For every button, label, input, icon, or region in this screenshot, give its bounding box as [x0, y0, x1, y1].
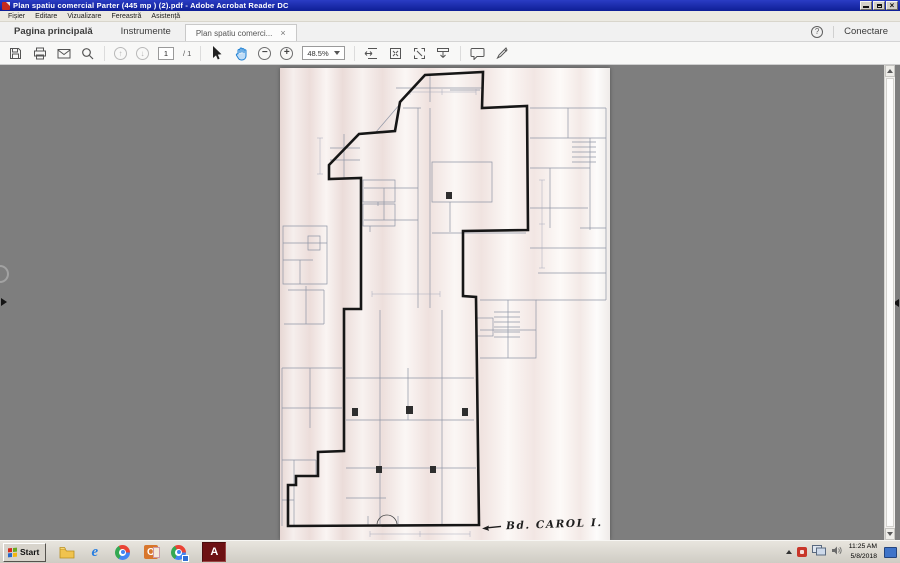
toolbar: ↑ ↓ / 1 − + 48.5%: [0, 42, 900, 65]
tab-home[interactable]: Pagina principală: [0, 22, 107, 41]
tab-document-label: Plan spatiu comerci...: [196, 29, 272, 38]
scroll-up-button[interactable]: [885, 65, 895, 77]
acrobat-taskbar-button[interactable]: A: [202, 542, 226, 562]
menu-file[interactable]: Fișier: [4, 13, 29, 20]
menu-help[interactable]: Asistență: [147, 13, 184, 20]
window-title: Plan spatiu comercial Parter (445 mp ) (…: [13, 1, 289, 10]
scrolling-mode-icon[interactable]: [436, 46, 451, 61]
folder-icon[interactable]: [58, 544, 75, 561]
full-screen-icon[interactable]: [412, 46, 427, 61]
select-tool-icon[interactable]: [210, 46, 225, 61]
menu-view[interactable]: Vizualizare: [63, 13, 105, 20]
comment-icon[interactable]: [470, 46, 485, 61]
menu-edit[interactable]: Editare: [31, 13, 61, 20]
quick-launch: e O A: [58, 542, 226, 562]
divider: [200, 46, 201, 61]
windows-flag-icon: [8, 547, 17, 557]
zoom-out-button[interactable]: −: [258, 47, 271, 60]
clock-time: 11:25 AM: [849, 542, 877, 552]
close-icon: ×: [890, 1, 895, 10]
tab-document[interactable]: Plan spatiu comerci... ×: [185, 24, 297, 41]
arrow-down-icon: [887, 532, 893, 536]
display-tray-icon[interactable]: [812, 543, 826, 561]
zoom-level-value: 48.5%: [307, 49, 328, 58]
close-button[interactable]: ×: [886, 1, 898, 10]
print-icon[interactable]: [32, 46, 47, 61]
scroll-down-button[interactable]: [885, 528, 895, 540]
menu-window[interactable]: Fereastră: [107, 13, 145, 20]
minimize-icon: [863, 6, 869, 8]
pdf-page[interactable]: Bd. CAROL I.: [280, 68, 610, 540]
scrollbar-thumb[interactable]: [886, 78, 894, 527]
divider: [104, 46, 105, 61]
sign-in-button[interactable]: Conectare: [844, 26, 888, 37]
next-page-button[interactable]: ↓: [136, 47, 149, 60]
window-controls: ×: [860, 1, 898, 10]
internet-explorer-icon[interactable]: e: [86, 544, 103, 561]
menu-bar: Fișier Editare Vizualizare Fereastră Asi…: [0, 11, 900, 22]
start-button[interactable]: Start: [3, 543, 46, 562]
left-panel-arrow-icon[interactable]: [1, 298, 7, 306]
divider: [460, 46, 461, 61]
show-desktop-icon[interactable]: [884, 547, 897, 558]
clock-date: 5/8/2018: [849, 552, 877, 562]
antivirus-tray-icon[interactable]: [797, 547, 807, 557]
page-total-label: / 1: [183, 49, 191, 58]
chrome-shortcut-icon[interactable]: [170, 544, 187, 561]
outlook-icon[interactable]: O: [142, 544, 159, 561]
tray-expand-icon[interactable]: [786, 550, 792, 554]
arrow-up-icon: [887, 69, 893, 73]
page-number-input[interactable]: [158, 47, 174, 60]
shortcut-badge: [182, 555, 189, 562]
fit-page-icon[interactable]: [388, 46, 403, 61]
vertical-scrollbar[interactable]: [884, 65, 895, 540]
divider: [833, 26, 834, 38]
previous-page-button[interactable]: ↑: [114, 47, 127, 60]
street-arrow-icon: [482, 522, 502, 532]
zoom-level-dropdown[interactable]: 48.5%: [302, 46, 344, 60]
chevron-down-icon: [334, 51, 340, 55]
search-icon[interactable]: [80, 46, 95, 61]
zoom-in-button[interactable]: +: [280, 47, 293, 60]
restore-button[interactable]: [873, 1, 885, 10]
fit-width-icon[interactable]: [364, 46, 379, 61]
volume-tray-icon[interactable]: [831, 543, 842, 561]
acrobat-app-icon: [2, 2, 10, 10]
taskbar-clock[interactable]: 11:25 AM 5/8/2018: [849, 542, 877, 562]
panel-handle-icon[interactable]: [0, 265, 9, 283]
minimize-button[interactable]: [860, 1, 872, 10]
tab-tools[interactable]: Instrumente: [107, 22, 185, 41]
restore-icon: [877, 4, 882, 8]
save-icon[interactable]: [8, 46, 23, 61]
document-viewer: Bd. CAROL I.: [0, 65, 900, 540]
system-tray: 11:25 AM 5/8/2018: [786, 542, 897, 562]
start-label: Start: [20, 547, 39, 557]
hand-tool-icon[interactable]: [234, 46, 249, 61]
chrome-icon[interactable]: [114, 544, 131, 561]
email-icon[interactable]: [56, 46, 71, 61]
help-icon[interactable]: ?: [811, 26, 823, 38]
tab-close-icon[interactable]: ×: [280, 28, 285, 38]
tab-bar: Pagina principală Instrumente Plan spati…: [0, 22, 900, 42]
title-bar: Plan spatiu comercial Parter (445 mp ) (…: [0, 0, 900, 11]
pencil-icon[interactable]: [494, 46, 509, 61]
divider: [354, 46, 355, 61]
floor-plan-drawing: [280, 68, 610, 540]
taskbar: Start e O A 11:25 AM 5/8/2018: [0, 540, 900, 563]
